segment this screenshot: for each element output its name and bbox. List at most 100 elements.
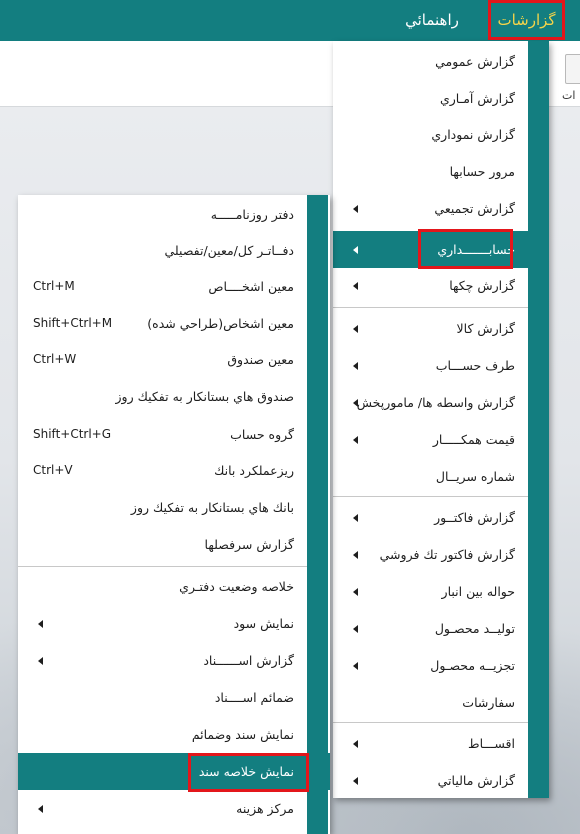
menu-item-agents-report[interactable]: گزارش واسطه ها/ مامورپخش [333,384,549,421]
menu-item-general-report[interactable]: گزارش عمومي [333,43,549,80]
menu-item-label: مرور حسابها [449,164,515,179]
submenu-arrow-icon [353,551,358,559]
submenu-arrow-icon [38,620,43,628]
menu-item-label: گزارش آمـاري [439,91,515,106]
submenu-item-document-attachments[interactable]: ضمائم اســــناد [18,679,330,716]
menu-bar: گزارشات راهنمائي [0,0,580,41]
menu-item-label: دفــاتـر كل/معين/تفصيلي [164,243,294,258]
submenu-item-creditor-cashboxes[interactable]: صندوق هاي بستانكار به تفكيك روز [18,378,330,415]
menu-item-label: گزارش فاكتور تك فروشي [379,547,515,562]
submenu-arrow-icon [38,657,43,665]
submenu-arrow-icon [353,325,358,333]
menu-item-label: معين اشخاص(طراحي شده) [147,316,294,331]
submenu-item-creditor-banks[interactable]: بانك هاي بستانكار به تفكيك روز [18,489,330,526]
submenu-item-account-group[interactable]: Shift+Ctrl+G گروه حساب [18,416,330,453]
submenu-arrow-icon [353,514,358,522]
menu-item-label: گزارش اســــــناد [203,653,294,668]
submenu-arrow-icon [353,777,358,785]
submenu-item-documents-report[interactable]: گزارش اســــــناد [18,642,330,679]
submenu-arrow-icon [353,436,358,444]
submenu-item-persons-ledger-designed[interactable]: Shift+Ctrl+M معين اشخاص(طراحي شده) [18,305,330,342]
menu-item-single-sale-invoice[interactable]: گزارش فاكتور تك فروشي [333,536,549,573]
shortcut-label: Ctrl+W [33,352,77,366]
menu-item-orders[interactable]: سفارشات [333,684,549,721]
menu-item-product-production[interactable]: توليــد محصـول [333,610,549,647]
submenu-item-book-status-summary[interactable]: خلاصه وضعيت دفتـري [18,568,330,605]
menu-item-label: گزارش تجميعي [434,201,515,216]
menu-item-aggregate-report[interactable]: گزارش تجميعي [333,190,549,227]
menu-item-label: ريزعملكرد بانك [214,463,294,478]
shortcut-label: Ctrl+V [33,463,73,477]
menu-item-label: نمايش خلاصه سند [198,764,294,779]
menu-separator [18,566,307,567]
menu-separator [333,722,528,723]
submenu-item-show-profit[interactable]: نمايش سود [18,605,330,642]
submenu-item-bank-details[interactable]: Ctrl+V ريزعملكرد بانك [18,452,330,489]
menu-item-serial-number[interactable]: شماره سريــال [333,458,549,495]
submenu-item-headings-report[interactable]: گزارش سرفصلها [18,526,330,563]
menu-item-accounts-review[interactable]: مرور حسابها [333,153,549,190]
menu-item-label: گزارش واسطه ها/ مامورپخش [356,395,515,410]
submenu-arrow-icon [353,282,358,290]
menu-item-accounting[interactable]: حسابـــــــداري [333,231,549,268]
menu-item-label: ضمائم اســــناد [214,690,294,705]
submenu-item-show-document-summary[interactable]: نمايش خلاصه سند [18,753,330,790]
submenu-item-show-document-attachments[interactable]: نمايش سند وضمائم [18,716,330,753]
menu-guide[interactable]: راهنمائي [396,0,468,40]
menu-item-label: قيمت همكـــــار [432,432,515,447]
menu-item-label: نمايش سند وضمائم [191,727,294,742]
menu-item-goods-report[interactable]: گزارش كالا [333,310,549,347]
submenu-arrow-icon [38,805,43,813]
menu-item-warehouse-transfer[interactable]: حواله بين انبار [333,573,549,610]
menu-item-label: گزارش كالا [456,321,515,336]
accounting-submenu: دفتر روزنامـــــه دفــاتـر كل/معين/تفصيل… [18,195,330,834]
menu-item-label: گروه حساب [230,427,294,442]
submenu-item-cashbox-ledger[interactable]: Ctrl+W معين صندوق [18,341,330,378]
menu-item-label: دفتر روزنامـــــه [210,207,294,222]
menu-item-statistical-report[interactable]: گزارش آمـاري [333,80,549,117]
menu-item-label: حواله بين انبار [441,584,515,599]
menu-item-label: مركز هزينه [236,801,294,816]
menu-item-label: توليــد محصـول [434,621,515,636]
submenu-item-ledgers[interactable]: دفــاتـر كل/معين/تفصيلي [18,232,330,269]
menu-item-product-breakdown[interactable]: تجزيــه محصـول [333,647,549,684]
submenu-arrow-icon [353,662,358,670]
submenu-item-journal[interactable]: دفتر روزنامـــــه [18,196,330,233]
menu-item-label: اقســـاط [468,736,515,751]
menu-item-label: سفارشات [462,695,515,710]
menu-item-label: گزارش مالياتي [437,773,515,788]
menu-item-cheques-report[interactable]: گزارش چكها [333,267,549,304]
shortcut-label: Ctrl+M [33,279,75,293]
menu-reports[interactable]: گزارشات [488,0,565,40]
menu-item-installments[interactable]: اقســـاط [333,725,549,762]
submenu-arrow-icon [353,625,358,633]
menu-item-label: نمايش سود [233,616,294,631]
submenu-arrow-icon [353,246,358,254]
menu-item-label: شماره سريــال [435,469,515,484]
menu-item-tax-report[interactable]: گزارش مالياتي [333,762,549,799]
menu-item-invoice-report[interactable]: گزارش فاكتــور [333,499,549,536]
submenu-item-cost-center[interactable]: مركز هزينه [18,790,330,827]
shortcut-label: Shift+Ctrl+G [33,427,112,441]
submenu-item-persons-ledger[interactable]: Ctrl+M معين اشخــــاص [18,268,330,305]
menu-item-label: معين اشخــــاص [208,279,294,294]
report-tool-icon[interactable] [565,54,580,84]
menu-item-label: حسابـــــــداري [437,242,515,257]
menu-item-label: معين صندوق [227,352,294,367]
menu-item-label: طرف حســـاب [435,358,515,373]
menu-item-party-account[interactable]: طرف حســـاب [333,347,549,384]
menu-item-label: گزارش عمومي [435,54,515,69]
menu-item-partner-price[interactable]: قيمت همكـــــار [333,421,549,458]
menu-item-label: گزارش سرفصلها [204,537,294,552]
menu-separator [333,496,528,497]
menu-item-label: تجزيــه محصـول [430,658,515,673]
menu-item-label: گزارش نموداري [431,127,515,142]
toolbar-partial-label: ات [562,89,576,102]
menu-item-label: بانك هاي بستانكار به تفكيك روز [130,500,294,515]
menu-item-label: گزارش چكها [449,278,515,293]
submenu-arrow-icon [353,205,358,213]
menu-item-chart-report[interactable]: گزارش نموداري [333,116,549,153]
shortcut-label: Shift+Ctrl+M [33,316,113,330]
submenu-arrow-icon [353,588,358,596]
menu-item-label: گزارش فاكتــور [434,510,515,525]
